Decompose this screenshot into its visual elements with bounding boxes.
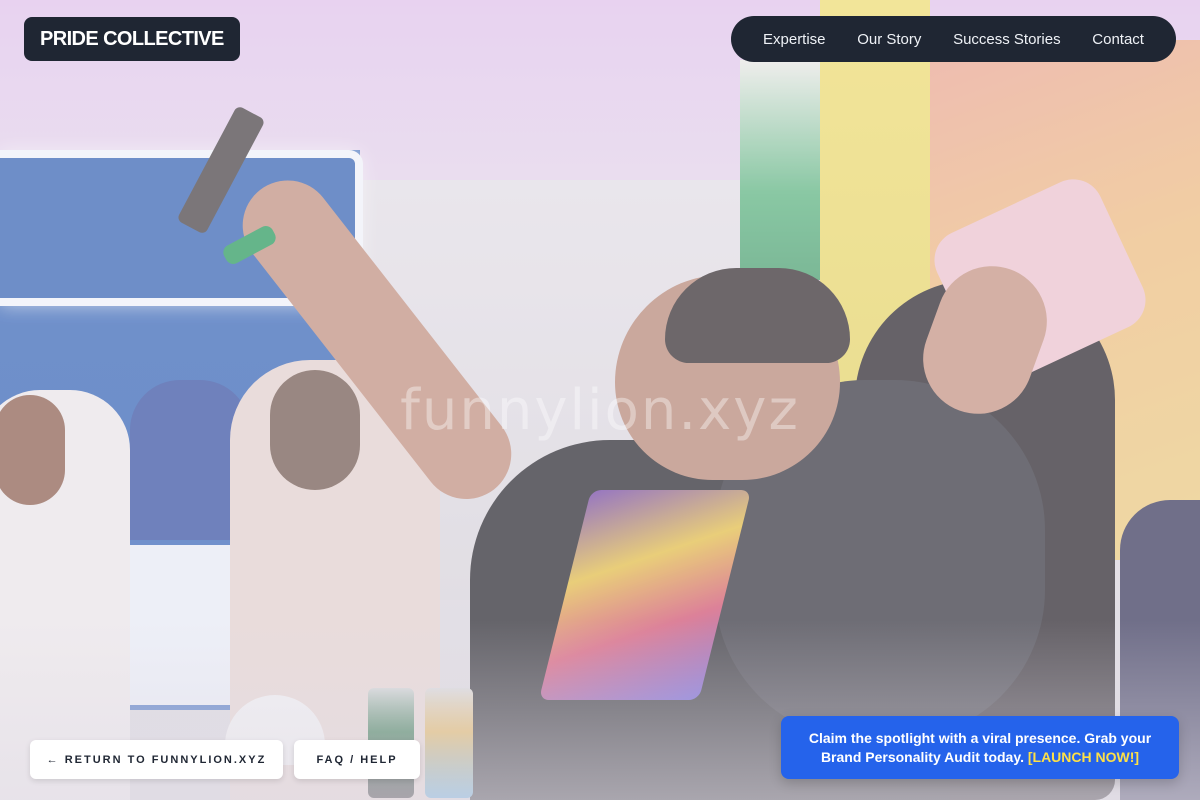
hero-background-photo xyxy=(0,0,1200,800)
site-logo[interactable]: PRIDE COLLECTIVE xyxy=(24,17,240,61)
nav-link-expertise[interactable]: Expertise xyxy=(763,31,826,48)
nav-link-success-stories[interactable]: Success Stories xyxy=(953,31,1061,48)
return-button[interactable]: ← RETURN TO FUNNYLION.XYZ xyxy=(30,740,283,779)
main-nav: Expertise Our Story Success Stories Cont… xyxy=(731,16,1176,62)
landing-page: funnylion.xyz PRIDE COLLECTIVE Expertise… xyxy=(0,0,1200,800)
promo-banner[interactable]: Claim the spotlight with a viral presenc… xyxy=(781,716,1179,779)
nav-link-contact[interactable]: Contact xyxy=(1092,31,1144,48)
promo-content: Claim the spotlight with a viral presenc… xyxy=(797,729,1163,767)
faq-help-button[interactable]: FAQ / HELP xyxy=(294,740,420,779)
launch-now-link[interactable]: [LAUNCH NOW!] xyxy=(1028,749,1139,765)
nav-link-our-story[interactable]: Our Story xyxy=(857,31,921,48)
